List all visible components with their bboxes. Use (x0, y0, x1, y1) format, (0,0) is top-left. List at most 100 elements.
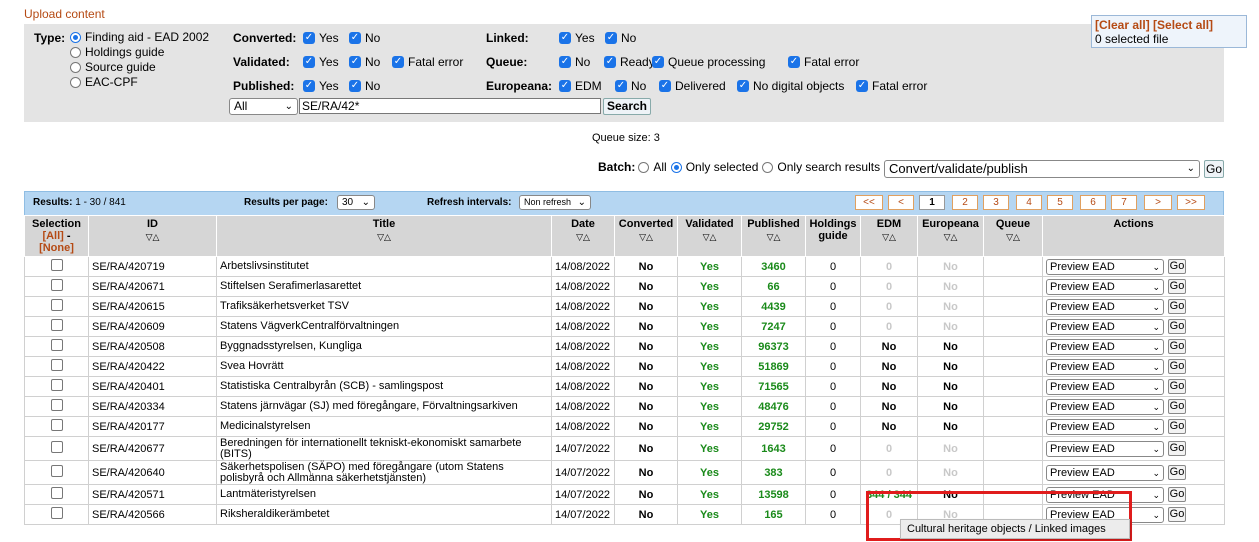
action-select[interactable]: Preview EAD ⌄ (1046, 278, 1164, 295)
checkbox-checked-icon[interactable]: ✓ (659, 80, 671, 92)
scope-select[interactable]: All ⌄ (229, 98, 298, 115)
validated-fatal-error[interactable]: ✓ Fatal error (392, 55, 463, 69)
row-go-button[interactable]: Go (1168, 299, 1186, 314)
linked-yes[interactable]: ✓ Yes (559, 31, 595, 45)
row-checkbox[interactable] (50, 465, 63, 477)
row-go-button[interactable]: Go (1168, 319, 1186, 334)
action-select[interactable]: Preview EAD ⌄ (1046, 464, 1164, 481)
page-link[interactable]: 2 (952, 195, 978, 210)
sort-icon[interactable]: ▽△ (219, 232, 549, 243)
row-checkbox[interactable] (50, 299, 63, 311)
checkbox-checked-icon[interactable]: ✓ (604, 56, 616, 68)
action-select[interactable]: Preview EAD ⌄ (1046, 298, 1164, 315)
action-select[interactable]: Preview EAD ⌄ (1046, 338, 1164, 355)
row-checkbox[interactable] (50, 279, 63, 291)
sort-icon[interactable]: ▽△ (617, 232, 675, 243)
row-go-button[interactable]: Go (1168, 419, 1186, 434)
row-checkbox[interactable] (50, 441, 63, 453)
page-link[interactable]: 6 (1080, 195, 1106, 210)
action-select[interactable]: Preview EAD ⌄ (1046, 358, 1164, 375)
row-go-button[interactable]: Go (1168, 507, 1186, 522)
checkbox-checked-icon[interactable]: ✓ (605, 32, 617, 44)
search-button[interactable]: Search (603, 98, 651, 115)
queue-no[interactable]: ✓ No (559, 55, 590, 69)
checkbox-checked-icon[interactable]: ✓ (349, 32, 361, 44)
checkbox-checked-icon[interactable]: ✓ (349, 56, 361, 68)
type-option-finding-aid[interactable]: Finding aid - EAD 2002 (70, 30, 209, 44)
select-all-link[interactable]: [Select all] (1153, 18, 1213, 32)
row-checkbox[interactable] (50, 399, 63, 411)
checkbox-checked-icon[interactable]: ✓ (788, 56, 800, 68)
europeana-no[interactable]: ✓ No (615, 79, 646, 93)
checkbox-checked-icon[interactable]: ✓ (349, 80, 361, 92)
europeana-no-digital-objects[interactable]: ✓ No digital objects (737, 79, 844, 93)
row-go-button[interactable]: Go (1168, 399, 1186, 414)
radio-icon[interactable] (70, 31, 81, 43)
checkbox-checked-icon[interactable]: ✓ (856, 80, 868, 92)
sort-icon[interactable]: ▽△ (863, 232, 915, 243)
select-all-rows-link[interactable]: [All] (42, 230, 63, 242)
page-link[interactable]: << (855, 195, 883, 210)
row-go-button[interactable]: Go (1168, 487, 1186, 502)
batch-all-radio-icon[interactable] (638, 161, 650, 173)
radio-icon[interactable] (70, 76, 81, 88)
page-link[interactable]: 7 (1111, 195, 1137, 210)
page-link[interactable]: 1 (919, 195, 945, 210)
type-option-holdings-guide[interactable]: Holdings guide (70, 45, 164, 59)
row-go-button[interactable]: Go (1168, 279, 1186, 294)
page-link[interactable]: > (1144, 195, 1172, 210)
per-page-select[interactable]: 30 ⌄ (337, 195, 375, 210)
batch-only-selected-radio-icon[interactable] (670, 161, 682, 173)
action-select[interactable]: Preview EAD ⌄ (1046, 258, 1164, 275)
row-go-button[interactable]: Go (1168, 339, 1186, 354)
batch-action-select[interactable]: Convert/validate/publish ⌄ (884, 160, 1200, 178)
search-input[interactable]: SE/RA/42* (299, 98, 601, 114)
row-go-button[interactable]: Go (1168, 441, 1186, 456)
queue-fatal-error[interactable]: ✓ Fatal error (788, 55, 859, 69)
action-select[interactable]: Preview EAD ⌄ (1046, 398, 1164, 415)
checkbox-checked-icon[interactable]: ✓ (559, 32, 571, 44)
row-checkbox[interactable] (50, 487, 63, 499)
radio-icon[interactable] (70, 61, 81, 73)
queue-processing[interactable]: ✓ Queue processing (652, 55, 765, 69)
row-checkbox[interactable] (50, 319, 63, 331)
row-checkbox[interactable] (50, 419, 63, 431)
sort-icon[interactable]: ▽△ (554, 232, 612, 243)
type-option-source-guide[interactable]: Source guide (70, 60, 156, 74)
page-link[interactable]: 5 (1047, 195, 1073, 210)
row-checkbox[interactable] (50, 359, 63, 371)
row-go-button[interactable]: Go (1168, 379, 1186, 394)
queue-ready[interactable]: ✓ Ready (604, 55, 655, 69)
action-select[interactable]: Preview EAD ⌄ (1046, 418, 1164, 435)
checkbox-checked-icon[interactable]: ✓ (392, 56, 404, 68)
row-go-button[interactable]: Go (1168, 465, 1186, 480)
row-checkbox[interactable] (50, 339, 63, 351)
validated-yes[interactable]: ✓ Yes (303, 55, 339, 69)
europeana-fatal-error[interactable]: ✓ Fatal error (856, 79, 927, 93)
sort-icon[interactable]: ▽△ (744, 232, 803, 243)
refresh-select[interactable]: Non refresh ⌄ (519, 195, 591, 210)
converted-no[interactable]: ✓ No (349, 31, 380, 45)
row-checkbox[interactable] (50, 507, 63, 519)
row-checkbox[interactable] (50, 379, 63, 391)
sort-icon[interactable]: ▽△ (91, 232, 214, 243)
select-none-rows-link[interactable]: [None] (39, 242, 74, 254)
checkbox-checked-icon[interactable]: ✓ (303, 32, 315, 44)
europeana-delivered[interactable]: ✓ Delivered (659, 79, 726, 93)
page-link[interactable]: 4 (1016, 195, 1042, 210)
europeana-edm[interactable]: ✓ EDM (559, 79, 602, 93)
checkbox-checked-icon[interactable]: ✓ (652, 56, 664, 68)
page-link[interactable]: >> (1177, 195, 1205, 210)
sort-icon[interactable]: ▽△ (680, 232, 739, 243)
action-select[interactable]: Preview EAD ⌄ (1046, 440, 1164, 457)
type-option-eac-cpf[interactable]: EAC-CPF (70, 75, 138, 89)
published-no[interactable]: ✓ No (349, 79, 380, 93)
row-go-button[interactable]: Go (1168, 359, 1186, 374)
action-select[interactable]: Preview EAD ⌄ (1046, 378, 1164, 395)
batch-go-button[interactable]: Go (1204, 160, 1224, 178)
checkbox-checked-icon[interactable]: ✓ (559, 80, 571, 92)
batch-search-results-radio-icon[interactable] (762, 161, 774, 173)
checkbox-checked-icon[interactable]: ✓ (559, 56, 571, 68)
checkbox-checked-icon[interactable]: ✓ (303, 56, 315, 68)
checkbox-checked-icon[interactable]: ✓ (737, 80, 749, 92)
